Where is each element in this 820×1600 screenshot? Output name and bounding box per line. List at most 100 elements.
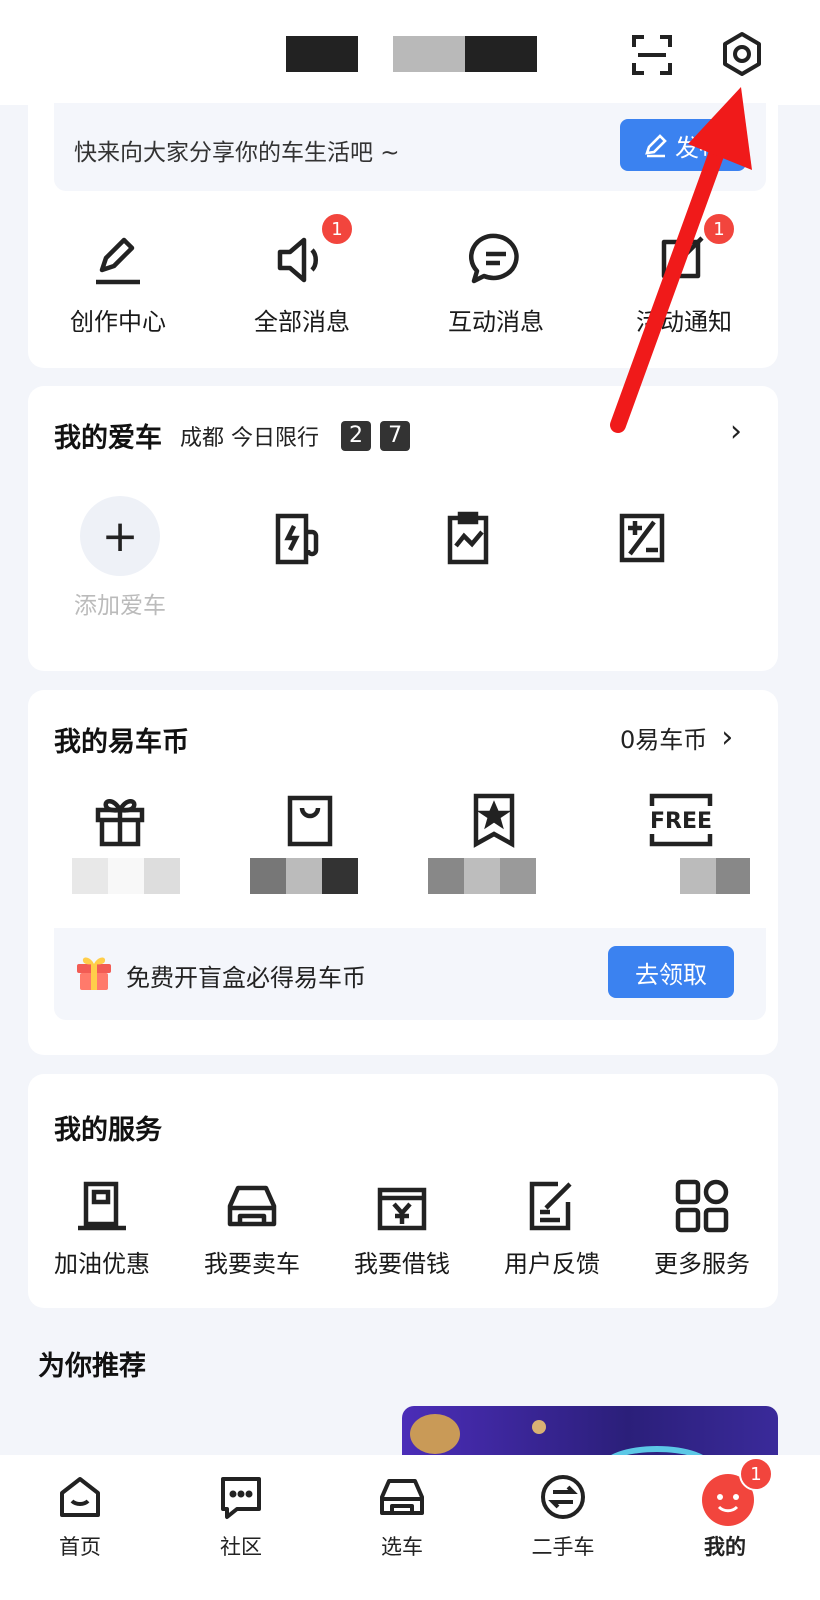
chevron-right-icon: › <box>721 720 734 755</box>
chevron-right-icon[interactable]: › <box>730 414 742 449</box>
nav-select-car[interactable]: 选车 <box>347 1473 457 1561</box>
plus-icon: + <box>80 496 160 576</box>
city-restriction: 成都 今日限行 <box>180 425 319 451</box>
quick-action-interactions[interactable]: 互动消息 <box>406 230 586 337</box>
car-report-button[interactable] <box>408 508 528 572</box>
exchange-icon <box>539 1473 587 1521</box>
gift-icon[interactable] <box>90 790 150 850</box>
charging-pump-icon <box>275 513 319 565</box>
pixel-redaction <box>144 858 180 894</box>
quick-action-label: 活动通知 <box>636 308 732 336</box>
nav-label: 二手车 <box>531 1535 595 1559</box>
quick-action-create[interactable]: 创作中心 <box>28 230 208 337</box>
service-sell-car[interactable]: 我要卖车 <box>182 1178 322 1279</box>
service-label: 加油优惠 <box>54 1250 150 1278</box>
pixel-redaction <box>250 858 286 894</box>
service-label: 更多服务 <box>654 1250 750 1278</box>
coin-balance-link[interactable]: 0易车币 › <box>620 720 733 755</box>
add-car-button[interactable]: + 添加爱车 <box>60 496 180 620</box>
pixel-redaction <box>108 858 144 894</box>
quick-action-all-messages[interactable]: 1 全部消息 <box>212 212 392 337</box>
pixel-redaction <box>464 858 500 894</box>
nav-mine[interactable]: 1 我的 <box>670 1457 780 1561</box>
chat-bubble-icon <box>466 230 526 290</box>
svg-text:FREE: FREE <box>650 809 712 834</box>
pixel-redaction <box>716 858 750 894</box>
pixel-redaction <box>286 858 322 894</box>
decor-coin <box>532 1420 546 1434</box>
quick-action-label: 全部消息 <box>254 308 350 336</box>
scan-icon[interactable] <box>630 33 674 77</box>
redacted-block <box>393 36 465 72</box>
pen-icon <box>88 230 148 290</box>
restriction-number: 7 <box>380 420 411 451</box>
quick-actions: 创作中心 1 全部消息 互动消息 1 活动通知 <box>28 210 794 365</box>
redacted-block <box>465 36 537 72</box>
recommend-title: 为你推荐 <box>38 1351 146 1382</box>
wallet-yen-icon <box>374 1178 430 1234</box>
home-icon <box>56 1473 104 1521</box>
quick-action-label: 创作中心 <box>70 308 166 336</box>
service-label: 我要卖车 <box>204 1250 300 1278</box>
my-car-header[interactable]: 我的爱车 成都 今日限行 2 7 <box>54 416 411 455</box>
share-prompt: 快来向大家分享你的车生活吧 ~ <box>74 140 400 166</box>
calculator-button[interactable] <box>582 508 702 572</box>
pixel-redaction <box>500 858 536 894</box>
nav-label: 社区 <box>220 1535 262 1559</box>
shopping-bag-icon[interactable] <box>280 790 340 850</box>
pen-icon <box>645 134 667 158</box>
pixel-redaction <box>680 858 716 894</box>
service-feedback[interactable]: 用户反馈 <box>482 1178 622 1279</box>
claim-button[interactable]: 去领取 <box>608 946 734 998</box>
nav-community[interactable]: 社区 <box>186 1473 296 1561</box>
restriction-number: 2 <box>341 420 371 451</box>
avatar-icon: 1 <box>701 1457 773 1526</box>
post-button-label: 发布 <box>675 133 723 162</box>
section-title: 我的服务 <box>54 1115 162 1146</box>
gift-box-icon <box>74 952 114 992</box>
service-borrow-money[interactable]: 我要借钱 <box>332 1178 472 1279</box>
bottom-nav: 首页 社区 选车 二手车 1 我的 <box>0 1455 820 1600</box>
edit-note-icon: 1 <box>654 212 736 290</box>
feedback-icon <box>524 1178 580 1234</box>
section-title: 我的易车币 <box>54 727 189 758</box>
free-tag-icon[interactable]: FREE <box>646 790 716 850</box>
quick-action-activity[interactable]: 1 活动通知 <box>594 212 774 337</box>
grid-icon <box>674 1178 730 1234</box>
pixel-redaction <box>428 858 464 894</box>
my-car-card: 我的爱车 成都 今日限行 2 7 › + 添加爱车 <box>28 386 778 671</box>
unread-badge: 1 <box>739 1457 773 1491</box>
service-more[interactable]: 更多服务 <box>632 1178 772 1279</box>
star-ribbon-icon[interactable] <box>464 790 524 850</box>
nav-home[interactable]: 首页 <box>25 1473 135 1561</box>
car-icon <box>224 1178 280 1234</box>
service-label: 我要借钱 <box>354 1250 450 1278</box>
settings-hexagon-icon[interactable] <box>718 30 766 78</box>
nav-used-car[interactable]: 二手车 <box>508 1473 618 1561</box>
redacted-username <box>286 36 358 72</box>
nav-label: 我的 <box>704 1535 746 1559</box>
quick-action-label: 互动消息 <box>448 308 544 336</box>
community-icon <box>217 1473 265 1521</box>
speaker-icon: 1 <box>272 212 354 290</box>
post-button[interactable]: 发布 <box>620 119 746 171</box>
pixel-redaction <box>72 858 108 894</box>
charging-pump-button[interactable] <box>238 508 358 572</box>
nav-label: 首页 <box>59 1535 101 1559</box>
section-title: 我的爱车 <box>54 423 162 454</box>
share-banner[interactable]: 快来向大家分享你的车生活吧 ~ 发布 <box>54 103 766 191</box>
gas-station-icon <box>74 1178 130 1234</box>
nav-label: 选车 <box>381 1535 423 1559</box>
clipboard-chart-icon <box>447 511 489 565</box>
blind-box-text: 免费开盲盒必得易车币 <box>126 964 366 992</box>
add-car-label: 添加爱车 <box>74 593 166 619</box>
unread-badge: 1 <box>320 212 354 246</box>
select-car-icon <box>378 1473 426 1521</box>
service-gas-discount[interactable]: 加油优惠 <box>32 1178 172 1279</box>
calculator-icon <box>619 513 665 563</box>
unread-badge: 1 <box>702 212 736 246</box>
coin-balance: 0易车币 <box>620 726 708 754</box>
decor-coin <box>410 1414 460 1454</box>
pixel-redaction <box>322 858 358 894</box>
blind-box-banner[interactable]: 免费开盲盒必得易车币 去领取 <box>54 928 766 1020</box>
